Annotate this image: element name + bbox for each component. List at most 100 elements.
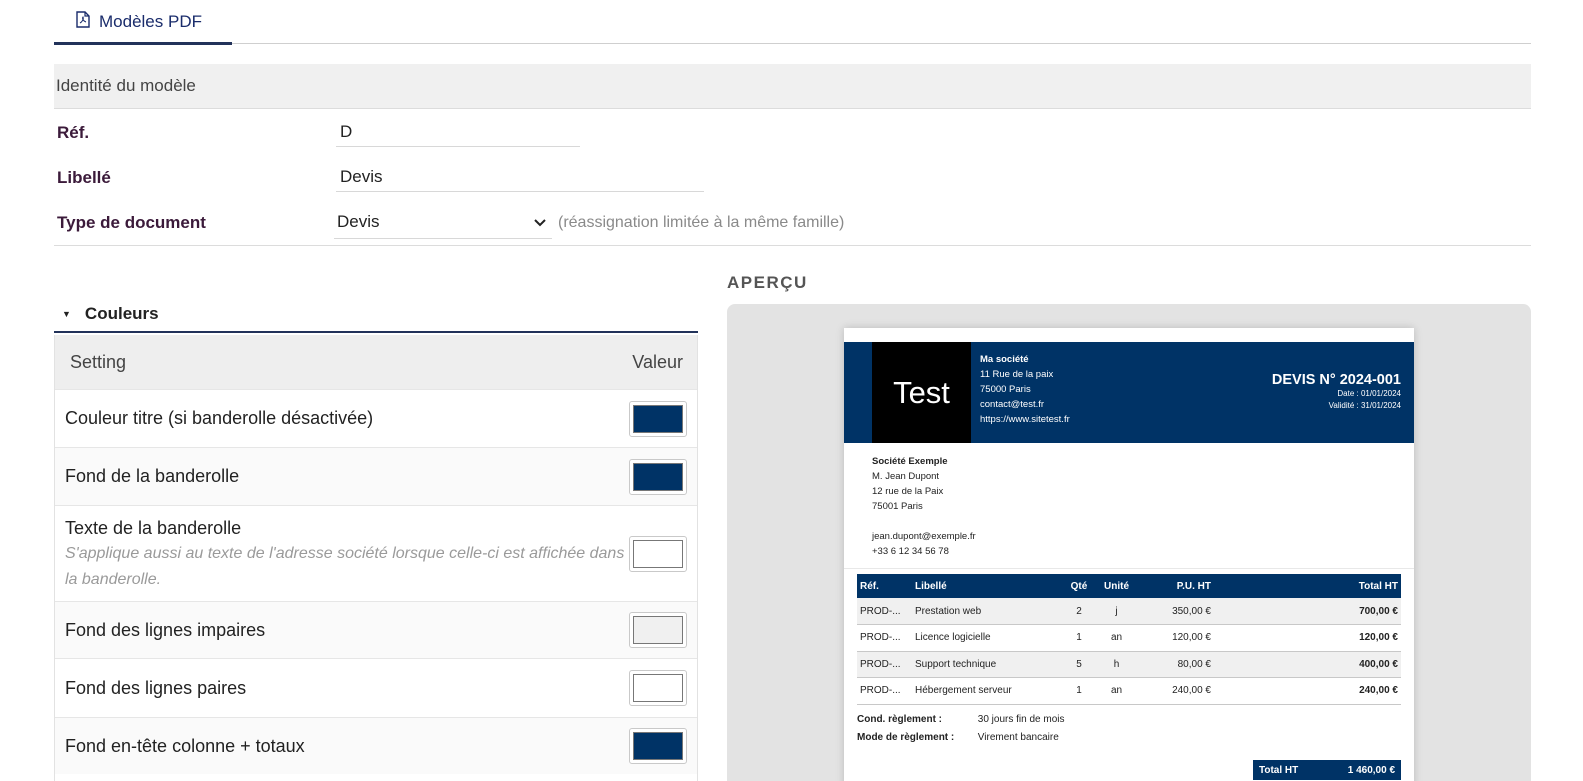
cell-pu: 350,00 €	[1139, 598, 1214, 625]
company-address: Ma société 11 Rue de la paix 75000 Paris…	[980, 352, 1070, 427]
table-row: PROD-... Licence logicielle 1 an 120,00 …	[857, 624, 1401, 652]
color-row-description: S'applique aussi au texte de l'adresse s…	[65, 545, 625, 588]
doc-validity: Validité : 31/01/2024	[1328, 401, 1401, 410]
cell-label: Hébergement serveur	[912, 677, 1064, 705]
color-row-odd-lines: Fond des lignes impaires	[55, 601, 697, 658]
ref-input[interactable]	[336, 117, 580, 147]
client-address: Société Exemple M. Jean Dupont 12 rue de…	[872, 454, 976, 559]
cell-qty: 1	[1064, 677, 1094, 705]
col-value: Valeur	[632, 351, 683, 372]
th-ref: Réf.	[857, 574, 912, 598]
libelle-label: Libellé	[57, 168, 111, 187]
color-row-label: Texte de la banderolle	[65, 518, 242, 538]
type-label: Type de document	[57, 213, 206, 232]
cell-qty: 2	[1064, 598, 1094, 625]
table-row: PROD-... Prestation web 2 j 350,00 € 700…	[857, 598, 1401, 625]
tab-bar: Modèles PDF	[54, 0, 1531, 45]
items-table-header: Réf. Libellé Qté Unité P.U. HT Total HT	[857, 574, 1401, 598]
cell-total: 240,00 €	[1214, 677, 1401, 705]
color-picker[interactable]	[629, 728, 687, 764]
color-picker[interactable]	[629, 458, 687, 495]
th-qty: Qté	[1064, 574, 1094, 598]
colors-table: Setting Valeur Couleur titre (si bandero…	[54, 335, 698, 781]
total-ht-box: Total HT 1 460,00 €	[1253, 760, 1401, 780]
client-phone: +33 6 12 34 56 78	[872, 546, 949, 557]
color-row-header-totals: Fond en-tête colonne + totaux	[55, 717, 697, 774]
caret-down-icon: ▼	[62, 308, 71, 319]
cell-total: 120,00 €	[1214, 624, 1401, 652]
pdf-preview-page: Test Ma société 11 Rue de la paix 75000 …	[844, 328, 1414, 781]
company-logo: Test	[872, 342, 971, 443]
color-row-label: Fond en-tête colonne + totaux	[65, 735, 305, 756]
color-row-label: Couleur titre (si banderolle désactivée)	[65, 408, 374, 428]
th-unit: Unité	[1094, 574, 1139, 598]
table-row: PROD-... Support technique 5 h 80,00 € 4…	[857, 651, 1401, 678]
company-street: 11 Rue de la paix	[980, 369, 1054, 380]
doc-info: DEVIS N° 2024-001 Date : 01/01/2024 Vali…	[1272, 372, 1401, 412]
cell-unit: j	[1094, 598, 1139, 625]
cell-total: 400,00 €	[1214, 651, 1401, 678]
preview-banner: Test Ma société 11 Rue de la paix 75000 …	[844, 342, 1414, 443]
table-row: PROD-... Hébergement serveur 1 an 240,00…	[857, 677, 1401, 705]
company-city: 75000 Paris	[980, 384, 1031, 395]
tab-label: Modèles PDF	[99, 12, 202, 31]
type-select-value: Devis	[337, 211, 380, 231]
th-total: Total HT	[1214, 574, 1401, 598]
cell-total: 700,00 €	[1214, 598, 1401, 625]
ref-label: Réf.	[57, 123, 90, 142]
client-email: jean.dupont@exemple.fr	[872, 531, 976, 542]
client-person: M. Jean Dupont	[872, 471, 940, 482]
colors-section-toggle[interactable]: ▼ Couleurs	[54, 296, 698, 333]
company-web: https://www.sitetest.fr	[980, 414, 1070, 425]
doc-date: Date : 01/01/2024	[1337, 389, 1401, 398]
items-table: Réf. Libellé Qté Unité P.U. HT Total HT …	[857, 574, 1401, 705]
payment-terms: Cond. règlement : 30 jours fin de mois	[857, 714, 1065, 725]
section-identity-title: Identité du modèle	[54, 64, 1531, 109]
company-name: Ma société	[980, 354, 1029, 365]
color-row-even-lines: Fond des lignes paires	[55, 658, 697, 717]
chevron-down-icon	[534, 212, 546, 232]
cell-ref: PROD-...	[857, 598, 912, 625]
cell-pu: 120,00 €	[1139, 624, 1214, 652]
cell-pu: 240,00 €	[1139, 677, 1214, 705]
libelle-input[interactable]	[336, 162, 704, 192]
color-row-label: Fond des lignes impaires	[65, 619, 266, 640]
cell-pu: 80,00 €	[1139, 651, 1214, 678]
color-picker[interactable]	[629, 670, 687, 706]
payment-mode-value: Virement bancaire	[977, 732, 1059, 743]
type-hint: (réassignation limitée à la même famille…	[558, 214, 845, 231]
color-row-title: Couleur titre (si banderolle désactivée)	[55, 389, 697, 447]
color-row-banner-bg: Fond de la banderolle	[55, 447, 697, 505]
client-street: 12 rue de la Paix	[872, 486, 944, 497]
payment-terms-label: Cond. règlement :	[857, 714, 943, 725]
col-setting: Setting	[70, 351, 127, 372]
color-row-banner-text: Texte de la banderolle S'applique aussi …	[55, 505, 697, 601]
type-select[interactable]: Devis	[334, 205, 552, 239]
divider	[54, 245, 1531, 246]
cell-ref: PROD-...	[857, 651, 912, 678]
color-picker[interactable]	[629, 536, 687, 572]
cell-ref: PROD-...	[857, 677, 912, 705]
company-email: contact@test.fr	[980, 399, 1045, 410]
doc-title: DEVIS N° 2024-001	[1271, 372, 1401, 388]
tab-modeles-pdf[interactable]: Modèles PDF	[54, 0, 232, 45]
pdf-file-icon	[76, 11, 90, 33]
payment-mode-label: Mode de règlement :	[857, 732, 955, 743]
preview-panel: Test Ma société 11 Rue de la paix 75000 …	[727, 304, 1531, 781]
cell-ref: PROD-...	[857, 624, 912, 652]
cell-label: Support technique	[912, 651, 1064, 678]
th-pu: P.U. HT	[1139, 574, 1214, 598]
color-picker[interactable]	[629, 400, 687, 437]
colors-title: Couleurs	[84, 303, 159, 323]
color-picker[interactable]	[629, 612, 687, 648]
preview-title: APERÇU	[727, 273, 808, 292]
cell-label: Licence logicielle	[912, 624, 1064, 652]
cell-label: Prestation web	[912, 598, 1064, 625]
client-city: 75001 Paris	[872, 501, 923, 512]
colors-table-header: Setting Valeur	[55, 335, 697, 389]
th-label: Libellé	[912, 574, 1064, 598]
payment-mode: Mode de règlement : Virement bancaire	[857, 732, 1059, 743]
cell-unit: an	[1094, 624, 1139, 652]
preview-divider	[844, 568, 1414, 569]
payment-terms-value: 30 jours fin de mois	[977, 714, 1065, 725]
